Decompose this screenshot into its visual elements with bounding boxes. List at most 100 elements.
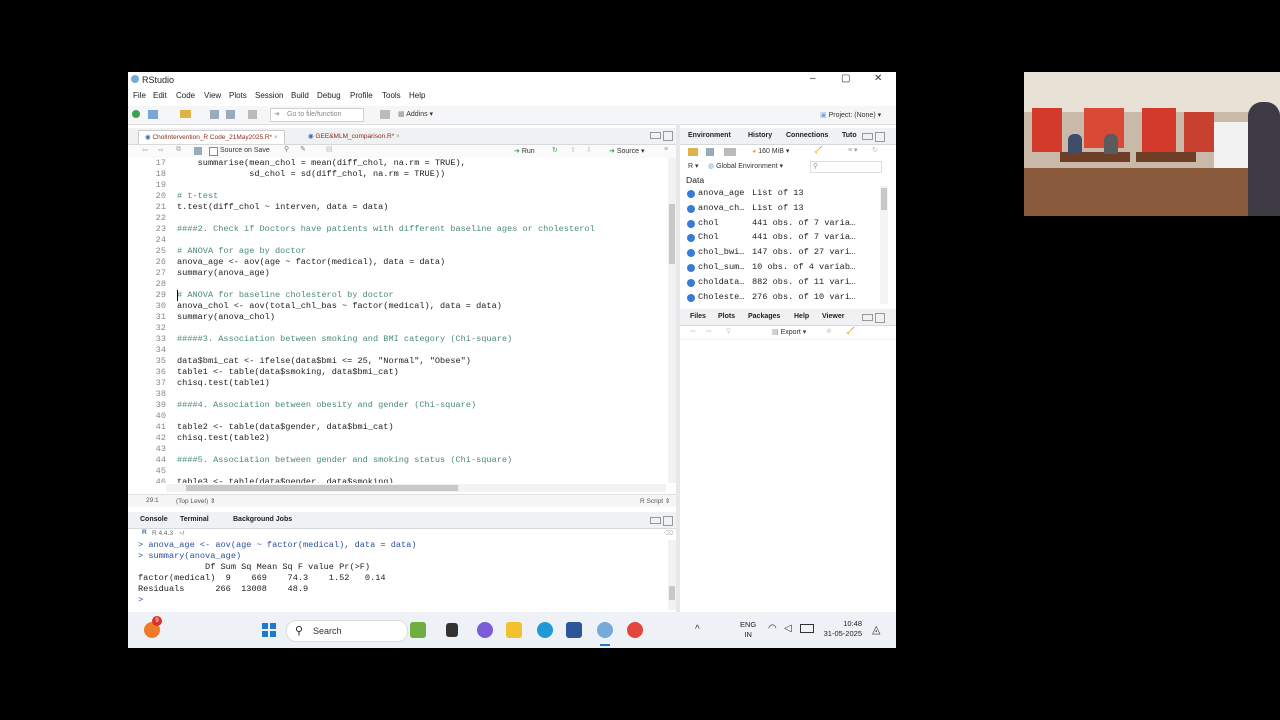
- tab-background-jobs[interactable]: Background Jobs: [233, 516, 292, 523]
- code-line[interactable]: 33 #####3. Association between smoking an…: [128, 334, 668, 345]
- menu-edit[interactable]: Edit: [153, 91, 167, 100]
- weather-widget[interactable]: 9: [144, 616, 162, 638]
- environment-row[interactable]: anova_ch… List of 13: [684, 203, 884, 217]
- pane-maximize-icon[interactable]: [663, 131, 673, 141]
- go-down-icon[interactable]: ⇩: [586, 146, 592, 154]
- battery-icon[interactable]: [800, 624, 814, 633]
- widgets-icon[interactable]: [410, 622, 426, 638]
- scope-selector[interactable]: (Top Level) ⇕: [176, 497, 215, 505]
- save-workspace-icon[interactable]: [706, 148, 714, 156]
- expand-row-icon[interactable]: [687, 190, 695, 198]
- file-explorer-icon[interactable]: [506, 622, 522, 638]
- close-tab-icon[interactable]: ×: [274, 134, 278, 141]
- files-minimize-icon[interactable]: [862, 314, 873, 321]
- next-plot-icon[interactable]: ⇨: [706, 327, 712, 335]
- editor-tab-cholintervention[interactable]: ◉ CholIntervention_R Code_21May2025.R* ×: [138, 130, 285, 144]
- task-view-icon[interactable]: [446, 623, 458, 637]
- zoom-icon[interactable]: ⚲: [726, 327, 731, 335]
- taskbar-search[interactable]: ⚲ Search: [286, 620, 408, 642]
- tab-files[interactable]: Files: [690, 313, 706, 320]
- back-arrow-icon[interactable]: ⇦: [142, 146, 148, 154]
- menu-build[interactable]: Build: [291, 91, 309, 100]
- goto-file-input[interactable]: ➜ Go to file/function: [270, 108, 364, 122]
- refresh-icon[interactable]: ↻: [872, 146, 878, 154]
- environment-row[interactable]: anova_age List of 13: [684, 188, 884, 202]
- env-scroll-thumb[interactable]: [881, 188, 887, 210]
- copilot-icon[interactable]: [477, 622, 493, 638]
- clock[interactable]: 10:48 31-05-2025: [820, 619, 862, 639]
- env-maximize-icon[interactable]: [875, 132, 885, 142]
- source-button[interactable]: ➜ Source ▾: [609, 147, 644, 155]
- menu-debug[interactable]: Debug: [317, 91, 341, 100]
- wand-icon[interactable]: ✎: [300, 145, 306, 153]
- tab-viewer[interactable]: Viewer: [822, 313, 844, 320]
- menu-file[interactable]: File: [133, 91, 146, 100]
- project-menu[interactable]: ▣ Project: (None) ▾: [820, 111, 881, 119]
- env-minimize-icon[interactable]: [862, 133, 873, 140]
- rerun-icon[interactable]: ↻: [552, 146, 558, 154]
- environment-row[interactable]: Choleste… 276 obs. of 10 vari…: [684, 292, 884, 306]
- prev-plot-icon[interactable]: ⇦: [690, 327, 696, 335]
- volume-icon[interactable]: ◁: [784, 623, 792, 634]
- code-line[interactable]: 35 data$bmi_cat <- ifelse(data$bmi <= 25,…: [128, 356, 668, 367]
- code-editor[interactable]: 17 summarise(mean_chol = mean(diff_chol,…: [128, 158, 668, 483]
- run-button[interactable]: ➜ Run: [514, 147, 535, 155]
- menu-plots[interactable]: Plots: [229, 91, 247, 100]
- language-indicator[interactable]: ENG IN: [740, 620, 756, 640]
- code-line[interactable]: 37 chisq.test(table1): [128, 378, 668, 389]
- menu-profile[interactable]: Profile: [350, 91, 373, 100]
- tab-plots[interactable]: Plots: [718, 313, 735, 320]
- code-line[interactable]: 46 table3 <- table(data$gender, data$smok…: [128, 477, 668, 483]
- tab-help[interactable]: Help: [794, 313, 809, 320]
- code-line[interactable]: 22: [128, 213, 668, 224]
- tab-tutorial[interactable]: Tuto: [842, 132, 857, 139]
- close-icon[interactable]: ✕: [874, 73, 882, 84]
- code-line[interactable]: 41 table2 <- table(data$gender, data$bmi_…: [128, 422, 668, 433]
- print-icon[interactable]: [248, 110, 257, 119]
- code-line[interactable]: 30 anova_chol <- aov(total_chl_bas ~ fact…: [128, 301, 668, 312]
- code-line[interactable]: 36 table1 <- table(data$smoking, data$bmi…: [128, 367, 668, 378]
- close-tab-icon[interactable]: ×: [396, 133, 400, 140]
- clear-plots-icon[interactable]: 🧹: [846, 327, 855, 335]
- word-icon[interactable]: [566, 622, 582, 638]
- code-line[interactable]: 38: [128, 389, 668, 400]
- chevron-up-icon[interactable]: ^: [695, 624, 700, 635]
- console-output[interactable]: > anova_age <- aov(age ~ factor(medical)…: [128, 540, 668, 610]
- save-all-icon[interactable]: [226, 110, 235, 119]
- grid-icon[interactable]: [380, 110, 390, 119]
- editor-horizontal-scrollbar[interactable]: [166, 484, 666, 492]
- environment-row[interactable]: choldata… 882 obs. of 11 vari…: [684, 277, 884, 291]
- code-line[interactable]: 18 sd_chol = sd(diff_chol, na.rm = TRUE)…: [128, 169, 668, 180]
- scope-dropdown[interactable]: ◍ Global Environment ▾: [708, 162, 783, 170]
- tab-connections[interactable]: Connections: [786, 132, 828, 139]
- new-project-icon[interactable]: [148, 110, 158, 119]
- save-icon[interactable]: [210, 110, 219, 119]
- source-on-save-checkbox[interactable]: [209, 147, 218, 156]
- code-line[interactable]: 44 ####5. Association between gender and …: [128, 455, 668, 466]
- console-scrollbar[interactable]: [668, 540, 676, 610]
- minimize-icon[interactable]: –: [810, 73, 816, 84]
- environment-row[interactable]: chol_sum… 10 obs. of 4 variab…: [684, 262, 884, 276]
- new-file-icon[interactable]: [132, 110, 140, 118]
- expand-row-icon[interactable]: [687, 264, 695, 272]
- expand-row-icon[interactable]: [687, 234, 695, 243]
- forward-arrow-icon[interactable]: ⇨: [158, 146, 164, 154]
- environment-row[interactable]: chol_bwi… 147 obs. of 27 vari…: [684, 247, 884, 261]
- code-line[interactable]: 29 # ANOVA for baseline cholesterol by do…: [128, 290, 668, 301]
- env-scrollbar[interactable]: [880, 186, 888, 304]
- menu-code[interactable]: Code: [176, 91, 195, 100]
- code-line[interactable]: 34: [128, 345, 668, 356]
- code-line[interactable]: 23 ####2. Check if Doctors have patients …: [128, 224, 668, 235]
- broom-icon[interactable]: 🧹: [814, 146, 823, 154]
- list-view-icon[interactable]: ≡ ▾: [848, 146, 858, 154]
- code-line[interactable]: 27 summary(anova_age): [128, 268, 668, 279]
- code-line[interactable]: 43: [128, 444, 668, 455]
- console-minimize-icon[interactable]: [650, 517, 661, 524]
- import-dataset-icon[interactable]: [724, 148, 736, 156]
- tab-terminal[interactable]: Terminal: [180, 516, 209, 523]
- menu-session[interactable]: Session: [255, 91, 283, 100]
- wifi-icon[interactable]: ◠: [768, 623, 777, 634]
- code-line[interactable]: 32: [128, 323, 668, 334]
- console-maximize-icon[interactable]: [663, 516, 673, 526]
- rstudio-taskbar-icon[interactable]: [597, 622, 613, 638]
